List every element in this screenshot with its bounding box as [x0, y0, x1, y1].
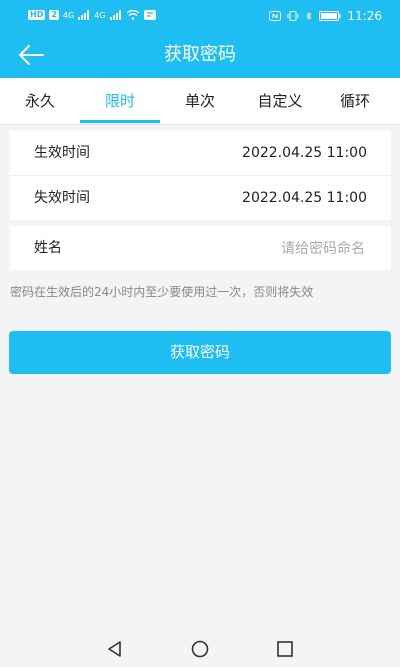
hd-badge: HD — [28, 10, 46, 20]
status-right: 11:26 — [269, 9, 382, 23]
start-time-row[interactable]: 生效时间 2022.04.25 11:00 — [10, 131, 391, 175]
status-bar: HD 2 4G 4G 11:26 — [0, 0, 400, 30]
tab-recurring[interactable]: 循环 — [320, 78, 400, 124]
nav-home-icon[interactable] — [190, 640, 210, 658]
name-input[interactable] — [163, 237, 367, 261]
active-tab-indicator — [80, 120, 160, 123]
start-time-value[interactable]: 2022.04.25 11:00 — [242, 131, 367, 175]
validity-hint: 密码在生效后的24小时内至少要使用过一次，否则将失效 — [10, 285, 314, 299]
status-left: HD 2 4G 4G — [28, 10, 156, 20]
app-header: HD 2 4G 4G 11:26 获取密码 — [0, 0, 400, 78]
vibrate-icon — [287, 11, 299, 21]
nav-recents-icon[interactable] — [276, 640, 294, 658]
end-time-label: 失效时间 — [34, 190, 90, 206]
battery-icon — [319, 11, 341, 21]
signal-icon: 4G — [62, 10, 75, 20]
time-card: 生效时间 2022.04.25 11:00 失效时间 2022.04.25 11… — [10, 131, 391, 220]
end-time-value[interactable]: 2022.04.25 11:00 — [242, 176, 367, 220]
sim-badge: 2 — [49, 10, 59, 20]
message-icon — [143, 10, 156, 20]
system-nav-bar — [0, 632, 400, 667]
tab-single-use[interactable]: 单次 — [160, 78, 240, 124]
bluetooth-icon — [306, 12, 312, 20]
tab-custom[interactable]: 自定义 — [240, 78, 320, 124]
signal-bars-icon — [78, 10, 90, 20]
signal-icon-2: 4G — [94, 10, 106, 20]
tab-bar: 永久 限时 单次 自定义 循环 — [0, 78, 400, 125]
signal-bars-icon-2 — [109, 10, 121, 20]
tab-time-limited[interactable]: 限时 — [80, 78, 160, 124]
end-time-row[interactable]: 失效时间 2022.04.25 11:00 — [10, 176, 391, 220]
nfc-icon — [269, 11, 282, 21]
nav-back-icon[interactable] — [106, 640, 124, 658]
status-time: 11:26 — [347, 9, 382, 23]
wifi-icon — [126, 10, 139, 20]
get-password-button[interactable]: 获取密码 — [9, 331, 391, 374]
name-label: 姓名 — [34, 240, 62, 256]
page-title: 获取密码 — [164, 44, 236, 65]
start-time-label: 生效时间 — [34, 145, 90, 161]
name-card: 姓名 — [10, 226, 391, 270]
name-row: 姓名 — [10, 226, 391, 270]
tab-permanent[interactable]: 永久 — [0, 78, 80, 124]
